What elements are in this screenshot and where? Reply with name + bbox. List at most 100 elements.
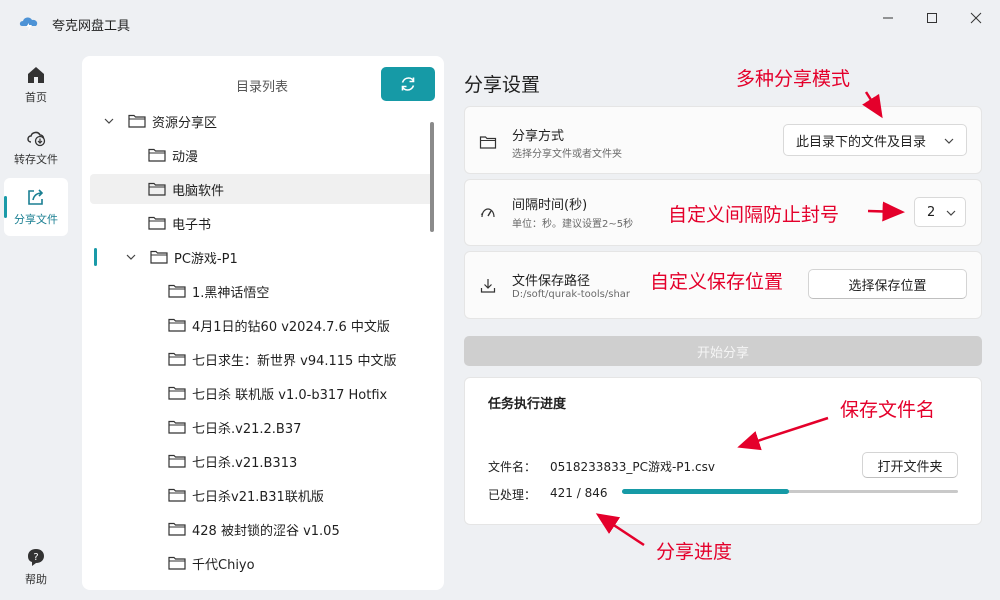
folder-icon — [168, 386, 186, 400]
tree-item[interactable]: 七日杀.v21.2.B37 — [90, 412, 434, 442]
tree-item-label: 1.黑神话悟空 — [192, 285, 270, 301]
minimize-button[interactable] — [873, 8, 903, 28]
tree-item[interactable]: 七日杀v21.B31联机版 — [90, 480, 434, 510]
tree-item[interactable]: 动漫 — [90, 140, 434, 170]
app-logo-icon — [19, 17, 38, 31]
folder-icon — [150, 250, 168, 264]
folder-icon — [148, 148, 166, 162]
folder-icon — [168, 284, 186, 298]
close-button[interactable] — [961, 8, 991, 28]
nav-item-home[interactable]: 首页 — [4, 56, 68, 114]
tree-item[interactable]: 电子书 — [90, 208, 434, 238]
page-title: 分享设置 — [464, 74, 541, 96]
folder-icon — [148, 216, 166, 230]
tree-item[interactable]: PC游戏-P1 — [90, 242, 434, 272]
annotation-filename: 保存文件名 — [840, 399, 936, 421]
folder-icon — [148, 182, 166, 196]
svg-text:?: ? — [33, 552, 38, 563]
share-mode-card: 分享方式 选择分享文件或者文件夹 此目录下的文件及目录 — [464, 106, 982, 174]
app-title: 夸克网盘工具 — [52, 19, 131, 34]
tree-item-label: 千代Chiyo — [192, 557, 255, 573]
interval-desc: 单位：秒。建议设置2~5秒 — [512, 219, 634, 230]
help-icon: ? — [28, 549, 44, 566]
tree-item[interactable]: 七日杀 联机版 v1.0-b317 Hotfix — [90, 378, 434, 408]
nav-label-transfer: 转存文件 — [14, 153, 58, 166]
tree-item[interactable]: 七日求生：新世界 v94.115 中文版 — [90, 344, 434, 374]
tree-item[interactable]: 千代Chiyo — [90, 548, 434, 578]
speedometer-icon — [480, 208, 495, 218]
folder-icon — [168, 420, 186, 434]
save-path-value: D:/soft/qurak-tools/shar — [512, 289, 631, 300]
directory-tree-panel: 目录列表 资源分享区动漫电脑软件电子书 PC游戏-P1 1.黑神话悟空 4月1日的钻6… — [82, 56, 444, 590]
nav-label-share: 分享文件 — [14, 213, 58, 226]
tree-item[interactable]: 428 被封锁的涩谷 v1.05 — [90, 514, 434, 544]
tree-header: 目录列表 — [82, 56, 444, 106]
tree-item-label: 七日杀v21.B31联机版 — [192, 489, 324, 505]
folder-icon — [168, 454, 186, 468]
tree-scrollbar[interactable] — [430, 122, 434, 232]
nav-item-help[interactable]: ? 帮助 — [4, 538, 68, 596]
progress-bar-track — [622, 489, 958, 494]
folder-icon — [168, 556, 186, 570]
tree-item[interactable]: 4月1日的钻60 v2024.7.6 中文版 — [90, 310, 434, 340]
close-icon — [970, 12, 982, 24]
folder-icon — [168, 352, 186, 366]
processed-value: 421 / 846 — [550, 486, 608, 500]
chevron-down-icon — [944, 138, 954, 144]
tree-item-label: 电子书 — [172, 217, 212, 233]
open-folder-button[interactable]: 打开文件夹 — [862, 452, 958, 478]
folder-icon — [128, 114, 146, 128]
tree-item-label: 七日杀 联机版 v1.0-b317 Hotfix — [192, 387, 388, 403]
interval-value: 2 — [927, 204, 936, 220]
download-icon — [480, 279, 496, 293]
tree-item-label: 七日求生：新世界 v94.115 中文版 — [192, 353, 397, 369]
tree-item-label: 七日杀.v21.2.B37 — [192, 421, 302, 437]
filename-value: 0518233833_PC游戏-P1.csv — [550, 460, 715, 474]
chevron-down-icon[interactable] — [126, 252, 136, 262]
share-mode-value: 此目录下的文件及目录 — [796, 134, 927, 150]
folder-icon — [479, 136, 497, 149]
tree-item-label: 428 被封锁的涩谷 v1.05 — [192, 523, 340, 539]
home-icon — [28, 67, 44, 83]
processed-label: 已处理： — [488, 488, 537, 502]
annotation-interval: 自定义间隔防止封号 — [668, 204, 840, 226]
progress-bar-fill — [622, 489, 790, 494]
filename-label: 文件名： — [488, 460, 537, 474]
folder-icon — [168, 522, 186, 536]
nav-item-transfer[interactable]: 转存文件 — [4, 118, 68, 176]
tree-item[interactable]: 电脑软件 — [90, 174, 434, 204]
share-mode-desc: 选择分享文件或者文件夹 — [512, 149, 622, 160]
interval-select[interactable]: 2 — [914, 197, 966, 227]
tree-item[interactable]: 1.黑神话悟空 — [90, 276, 434, 306]
start-share-button[interactable]: 开始分享 — [464, 336, 982, 366]
tree-item-label: 电脑软件 — [172, 183, 225, 199]
cloud-download-icon — [27, 131, 46, 147]
share-mode-label: 分享方式 — [512, 129, 565, 144]
tree-item[interactable]: 七日杀.v21.B313 — [90, 446, 434, 476]
minimize-icon — [883, 17, 893, 19]
tree-item-label: 七日杀.v21.B313 — [192, 455, 298, 471]
side-nav: 首页 转存文件 分享文件 ? 帮助 — [0, 48, 74, 600]
annotation-progress: 分享进度 — [656, 541, 733, 563]
tree-item-label: 动漫 — [172, 149, 199, 165]
maximize-icon — [927, 13, 937, 23]
annotation-save-path: 自定义保存位置 — [650, 271, 784, 293]
maximize-button[interactable] — [917, 8, 947, 28]
title-bar: 夸克网盘工具 — [0, 0, 1000, 48]
progress-title: 任务执行进度 — [488, 397, 567, 412]
tree-item-label: PC游戏-P1 — [174, 251, 238, 267]
interval-label: 间隔时间(秒) — [512, 198, 588, 213]
save-path-label: 文件保存路径 — [512, 274, 591, 289]
tree-item[interactable]: 资源分享区 — [90, 106, 434, 136]
refresh-button[interactable] — [381, 67, 435, 101]
tree-item-label: 4月1日的钻60 v2024.7.6 中文版 — [192, 319, 390, 335]
nav-label-home: 首页 — [25, 91, 47, 104]
chevron-down-icon[interactable] — [104, 116, 114, 126]
share-mode-select[interactable]: 此目录下的文件及目录 — [783, 124, 967, 156]
folder-icon — [168, 318, 186, 332]
folder-icon — [168, 488, 186, 502]
refresh-icon — [401, 77, 415, 91]
chevron-down-icon — [946, 210, 956, 216]
nav-item-share[interactable]: 分享文件 — [4, 178, 68, 236]
choose-save-location-button[interactable]: 选择保存位置 — [808, 269, 967, 299]
